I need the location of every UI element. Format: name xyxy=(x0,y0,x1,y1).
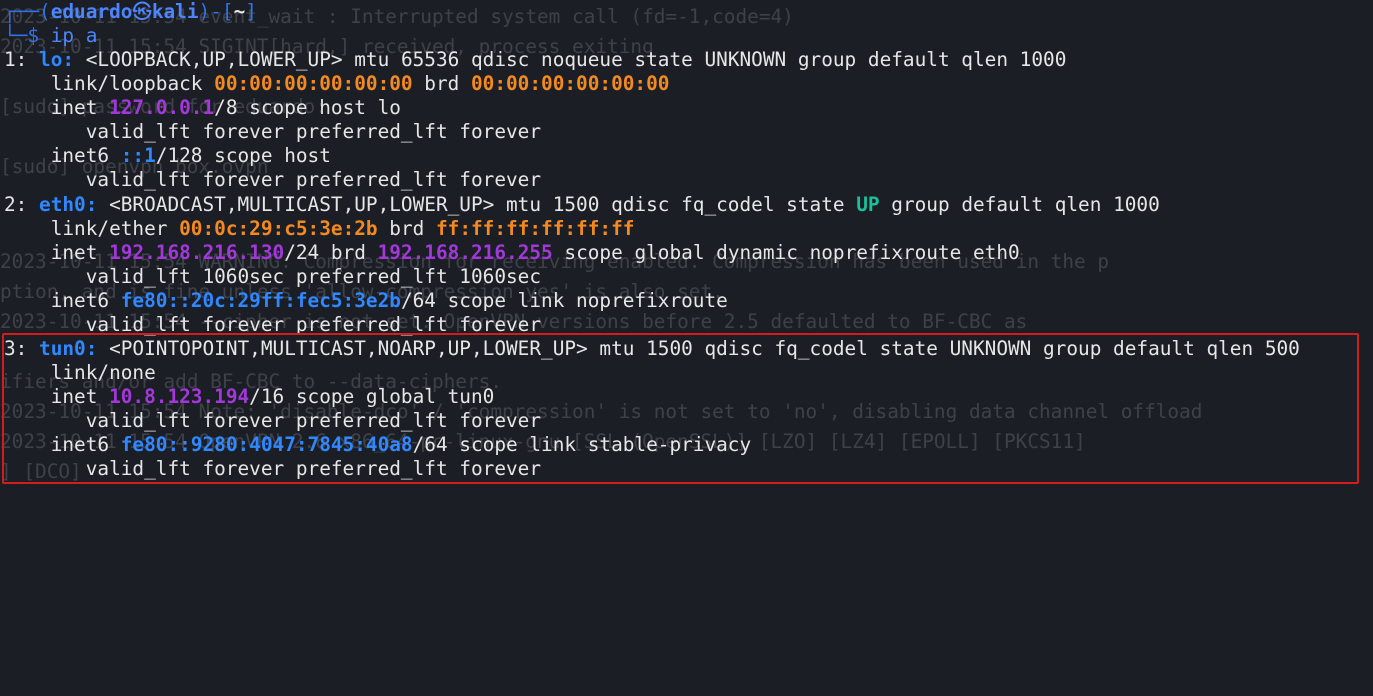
valid-line: valid_lft forever preferred_lft forever xyxy=(4,457,542,480)
ipv4-address: 192.168.216.130 xyxy=(109,241,285,264)
prompt-line: ┌──(eduardo㉿kali)-[~] xyxy=(4,0,257,24)
prompt-host: kali xyxy=(151,0,199,23)
interface-flags: <POINTOPOINT,MULTICAST,NOARP,UP,LOWER_UP… xyxy=(97,337,1300,360)
kali-skull-icon: ㉿ xyxy=(132,0,152,23)
state-up: UP xyxy=(856,193,880,216)
prompt-separator: )-[ xyxy=(198,0,234,23)
command-line: └─$ ip a xyxy=(4,24,97,48)
prompt-user: eduardo xyxy=(50,0,133,23)
valid-line: valid_lft 1060sec preferred_lft 1060sec xyxy=(4,265,542,288)
brd-label: brd xyxy=(377,217,436,240)
inet-line-lo: inet 127.0.0.1/8 scope host lo xyxy=(4,96,401,120)
interface-header-eth0: 2: eth0: <BROADCAST,MULTICAST,UP,LOWER_U… xyxy=(4,193,1160,217)
link-line-lo: link/loopback 00:00:00:00:00:00 brd 00:0… xyxy=(4,72,670,96)
prompt-bracket: ┌──( xyxy=(4,0,51,23)
valid-line: valid_lft forever preferred_lft forever xyxy=(4,120,542,143)
link-label: link/loopback xyxy=(4,72,215,95)
link-line-tun0: link/none xyxy=(4,361,156,384)
inet6-suffix: /64 scope link noprefixroute xyxy=(400,289,728,312)
inet-suffix: scope global dynamic noprefixroute eth0 xyxy=(552,241,1020,264)
inet6-label: inet6 xyxy=(4,144,121,167)
inet-suffix: /16 scope global tun0 xyxy=(249,385,495,408)
interface-flags: <BROADCAST,MULTICAST,UP,LOWER_UP> mtu 15… xyxy=(97,193,857,216)
inet6-line-eth0: inet6 fe80::20c:29ff:fec5:3e2b/64 scope … xyxy=(4,289,728,313)
inet6-suffix: /128 scope host xyxy=(155,144,331,167)
inet-label: inet xyxy=(4,96,110,119)
inet-line-tun0: inet 10.8.123.194/16 scope global tun0 xyxy=(4,385,495,409)
valid-line: valid_lft forever preferred_lft forever xyxy=(4,313,542,336)
mac-address: 00:00:00:00:00:00 xyxy=(214,72,413,95)
command-text: ip a xyxy=(50,24,98,47)
interface-index: 1: xyxy=(4,48,40,71)
ipv6-address: fe80::20c:29ff:fec5:3e2b xyxy=(120,289,401,312)
inet6-line-lo: inet6 ::1/128 scope host xyxy=(4,144,331,168)
interface-name: lo: xyxy=(39,48,75,71)
interface-index: 3: xyxy=(4,337,40,360)
inet-line-eth0: inet 192.168.216.130/24 brd 192.168.216.… xyxy=(4,241,1020,265)
brd-address: 00:00:00:00:00:00 xyxy=(470,72,670,95)
brd-label: brd xyxy=(412,72,471,95)
valid-line: valid_lft forever preferred_lft forever xyxy=(4,409,542,432)
inet-label: inet xyxy=(4,241,110,264)
ipv6-address: ::1 xyxy=(120,144,156,167)
ipv6-address: fe80::9280:4047:7845:40a8 xyxy=(120,433,413,456)
inet6-label: inet6 xyxy=(4,433,121,456)
terminal-output[interactable]: ┌──(eduardo㉿kali)-[~] └─$ ip a 1: lo: <L… xyxy=(0,0,1373,491)
interface-name: eth0: xyxy=(39,193,98,216)
prompt-cwd: ~ xyxy=(233,0,246,23)
inet-label: inet xyxy=(4,385,110,408)
mac-address: 00:0c:29:c5:3e:2b xyxy=(179,217,378,240)
interface-flags: <LOOPBACK,UP,LOWER_UP> mtu 65536 qdisc n… xyxy=(74,48,1067,71)
inet6-label: inet6 xyxy=(4,289,121,312)
link-line-eth0: link/ether 00:0c:29:c5:3e:2b brd ff:ff:f… xyxy=(4,217,635,241)
interface-flags-tail: group default qlen 1000 xyxy=(879,193,1160,216)
inet-mid: /24 brd xyxy=(284,241,378,264)
interface-name: tun0: xyxy=(39,337,98,360)
interface-header-tun0: 3: tun0: <POINTOPOINT,MULTICAST,NOARP,UP… xyxy=(4,337,1300,361)
prompt-symbol: └─$ xyxy=(4,24,51,47)
inet6-line-tun0: inet6 fe80::9280:4047:7845:40a8/64 scope… xyxy=(4,433,751,457)
ipv4-address: 127.0.0.1 xyxy=(109,96,215,119)
prompt-bracket-close: ] xyxy=(245,0,257,23)
ipv4-address: 10.8.123.194 xyxy=(109,385,250,408)
link-label: link/ether xyxy=(4,217,180,240)
valid-line: valid_lft forever preferred_lft forever xyxy=(4,168,542,191)
interface-header-lo: 1: lo: <LOOPBACK,UP,LOWER_UP> mtu 65536 … xyxy=(4,48,1066,72)
interface-index: 2: xyxy=(4,193,40,216)
inet-suffix: /8 scope host lo xyxy=(214,96,401,119)
inet6-suffix: /64 scope link stable-privacy xyxy=(412,433,752,456)
ipv4-broadcast: 192.168.216.255 xyxy=(377,241,553,264)
brd-address: ff:ff:ff:ff:ff:ff xyxy=(435,217,635,240)
